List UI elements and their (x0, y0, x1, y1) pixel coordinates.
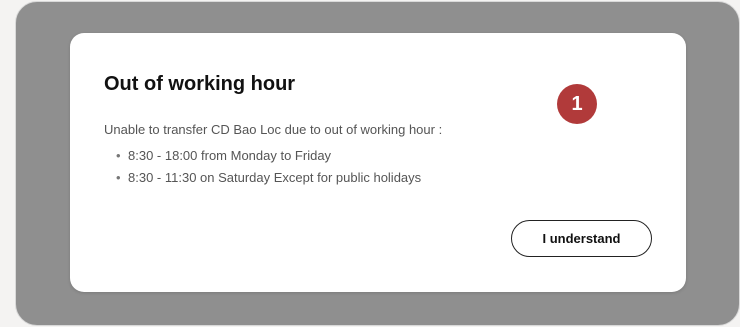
bullet-icon: • (116, 170, 121, 185)
dialog-message: Unable to transfer CD Bao Loc due to out… (104, 122, 443, 137)
working-hours-list: • 8:30 - 18:00 from Monday to Friday • 8… (116, 148, 421, 192)
i-understand-button[interactable]: I understand (511, 220, 652, 257)
dialog-title: Out of working hour (104, 73, 296, 95)
screen: Out of working hour 1 Unable to transfer… (0, 0, 740, 327)
working-hours-saturday: 8:30 - 11:30 on Saturday Except for publ… (128, 170, 422, 185)
bullet-icon: • (116, 148, 121, 163)
working-hours-dialog: Out of working hour 1 Unable to transfer… (70, 33, 686, 292)
list-item: • 8:30 - 11:30 on Saturday Except for pu… (116, 170, 421, 192)
working-hours-weekday: 8:30 - 18:00 from Monday to Friday (128, 148, 332, 163)
list-item: • 8:30 - 18:00 from Monday to Friday (116, 148, 421, 170)
step-number-badge: 1 (557, 84, 597, 124)
